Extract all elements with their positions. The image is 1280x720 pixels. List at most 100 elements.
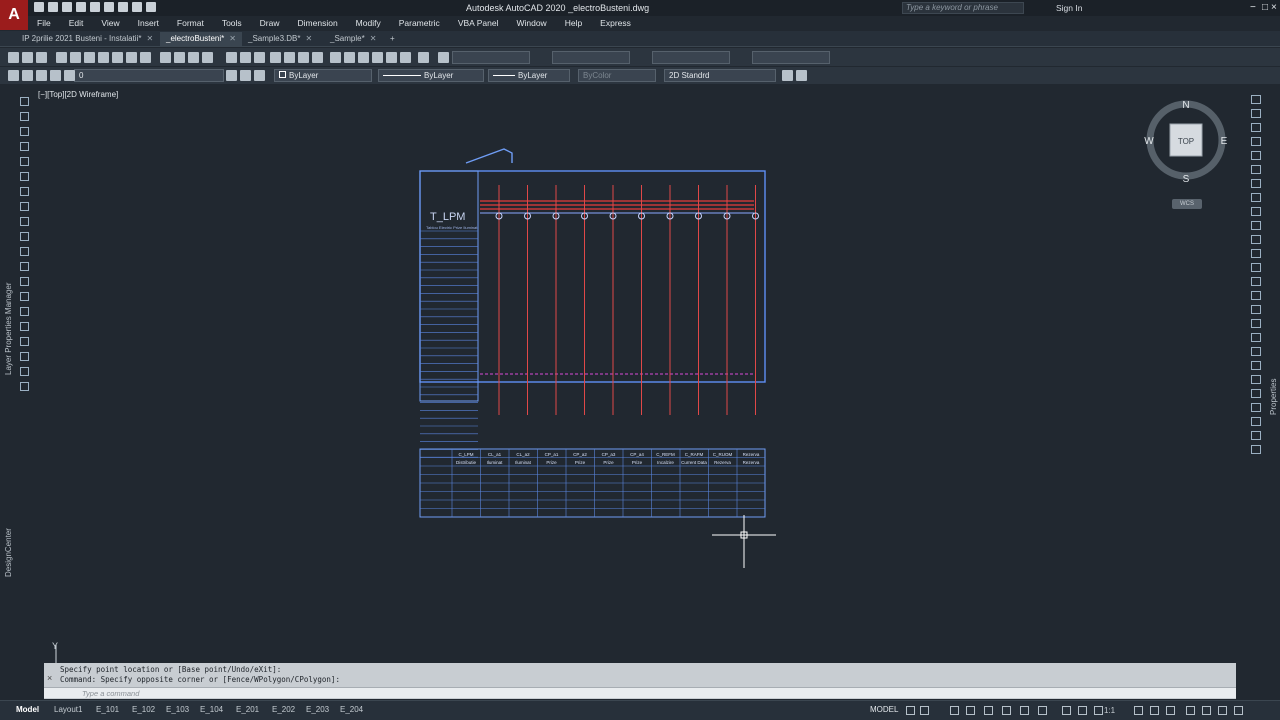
status-toggle-icon[interactable] <box>1062 706 1071 715</box>
layout-tab-e_202[interactable]: E_202 <box>268 704 299 715</box>
table-style-dropdown[interactable] <box>652 51 730 64</box>
toolbar-tool-icon[interactable] <box>372 52 383 63</box>
tab-ip-busteni[interactable]: IP 2prilie 2021 Busteni - Instalatii* ✕ <box>16 32 159 46</box>
close-tab-icon[interactable]: ✕ <box>229 34 236 43</box>
command-input[interactable]: Type a command <box>44 687 1236 698</box>
toolbar-tool-icon[interactable] <box>98 52 109 63</box>
toolbar-tool-icon[interactable] <box>226 52 237 63</box>
toolbar-tool-icon[interactable] <box>386 52 397 63</box>
toolbar-tool-icon[interactable] <box>160 52 171 63</box>
status-toggle-icon[interactable] <box>1038 706 1047 715</box>
toolbar-tool-icon[interactable] <box>8 52 19 63</box>
layer-tool-icon[interactable] <box>50 70 61 81</box>
draw-tool-icon[interactable] <box>20 307 29 316</box>
toolbar-tool-icon[interactable] <box>240 52 251 63</box>
menu-item-format[interactable]: Format <box>168 16 213 30</box>
toolbar-tool-icon[interactable] <box>112 52 123 63</box>
toolbar-tool-icon[interactable] <box>312 52 323 63</box>
modify-tool-icon[interactable] <box>1251 235 1261 244</box>
status-toggle-icon[interactable] <box>966 706 975 715</box>
redo-icon[interactable] <box>146 2 156 12</box>
modify-tool-icon[interactable] <box>1251 137 1261 146</box>
modify-tool-icon[interactable] <box>1251 291 1261 300</box>
menu-item-view[interactable]: View <box>92 16 128 30</box>
layout-tab-e_201[interactable]: E_201 <box>232 704 263 715</box>
text-style-dropdown[interactable] <box>452 51 530 64</box>
modify-tool-icon[interactable] <box>1251 123 1261 132</box>
draw-tool-icon[interactable] <box>20 127 29 136</box>
layer-tool-icon[interactable] <box>782 70 793 81</box>
modify-tool-icon[interactable] <box>1251 431 1261 440</box>
layer-tool-icon[interactable] <box>226 70 237 81</box>
draw-tool-icon[interactable] <box>20 232 29 241</box>
lineweight-dropdown[interactable]: ByLayer <box>488 69 570 82</box>
modify-tool-icon[interactable] <box>1251 277 1261 286</box>
layout-tab-e_104[interactable]: E_104 <box>196 704 227 715</box>
toolbar-tool-icon[interactable] <box>22 52 33 63</box>
sign-in-button[interactable]: Sign In <box>1056 3 1082 13</box>
menu-item-dimension[interactable]: Dimension <box>289 16 347 30</box>
menu-item-tools[interactable]: Tools <box>213 16 251 30</box>
draw-tool-icon[interactable] <box>20 352 29 361</box>
compass-west[interactable]: W <box>1144 136 1154 147</box>
toolbar-tool-icon[interactable] <box>174 52 185 63</box>
layout-tab-e_204[interactable]: E_204 <box>336 704 367 715</box>
draw-tool-icon[interactable] <box>20 217 29 226</box>
menu-item-express[interactable]: Express <box>591 16 640 30</box>
layer-tool-icon[interactable] <box>240 70 251 81</box>
layout-tab-layout1[interactable]: Layout1 <box>50 704 86 715</box>
menu-item-vba-panel[interactable]: VBA Panel <box>449 16 508 30</box>
layer-properties-label[interactable]: Layer Properties Manager <box>4 195 13 376</box>
draw-tool-icon[interactable] <box>20 322 29 331</box>
modify-tool-icon[interactable] <box>1251 361 1261 370</box>
search-input[interactable]: Type a keyword or phrase <box>902 2 1024 14</box>
status-toggle-icon[interactable] <box>1094 706 1103 715</box>
toolbar-tool-icon[interactable] <box>126 52 137 63</box>
minimize-icon[interactable]: − <box>1250 2 1256 13</box>
draw-tool-icon[interactable] <box>20 337 29 346</box>
save-icon[interactable] <box>62 2 72 12</box>
modify-tool-icon[interactable] <box>1251 347 1261 356</box>
draw-tool-icon[interactable] <box>20 382 29 391</box>
new-icon[interactable] <box>34 2 44 12</box>
layer-tool-icon[interactable] <box>796 70 807 81</box>
menu-item-draw[interactable]: Draw <box>251 16 289 30</box>
modify-tool-icon[interactable] <box>1251 179 1261 188</box>
modify-tool-icon[interactable] <box>1251 305 1261 314</box>
layer-tool-icon[interactable] <box>22 70 33 81</box>
status-toggle-icon[interactable] <box>1166 706 1175 715</box>
toolbar-tool-icon[interactable] <box>270 52 281 63</box>
undo-icon[interactable] <box>132 2 142 12</box>
multileader-style-dropdown[interactable] <box>752 51 830 64</box>
properties-label[interactable]: Properties <box>1269 375 1278 415</box>
tab-sample3[interactable]: _Sample3.DB* ✕ <box>242 32 318 46</box>
modify-tool-icon[interactable] <box>1251 151 1261 160</box>
modify-tool-icon[interactable] <box>1251 417 1261 426</box>
layout-tab-e_203[interactable]: E_203 <box>302 704 333 715</box>
tab-electrobusteni[interactable]: _electroBusteni* ✕ <box>160 32 242 46</box>
draw-tool-icon[interactable] <box>20 292 29 301</box>
draw-tool-icon[interactable] <box>20 367 29 376</box>
status-toggle-icon[interactable] <box>1134 706 1143 715</box>
modify-tool-icon[interactable] <box>1251 109 1261 118</box>
draw-tool-icon[interactable] <box>20 262 29 271</box>
modify-tool-icon[interactable] <box>1251 263 1261 272</box>
menu-item-modify[interactable]: Modify <box>347 16 390 30</box>
plotstyle-dropdown[interactable]: ByColor <box>578 69 656 82</box>
modify-tool-icon[interactable] <box>1251 249 1261 258</box>
status-toggle-icon[interactable] <box>984 706 993 715</box>
toolbar-tool-icon[interactable] <box>188 52 199 63</box>
compass-north[interactable]: N <box>1182 100 1189 111</box>
toolbar-tool-icon[interactable] <box>284 52 295 63</box>
toolbar-tool-icon[interactable] <box>56 52 67 63</box>
open-icon[interactable] <box>48 2 58 12</box>
open-web-icon[interactable] <box>90 2 100 12</box>
status-toggle-icon[interactable] <box>1218 706 1227 715</box>
layout-tab-e_101[interactable]: E_101 <box>92 704 123 715</box>
color-dropdown[interactable]: ByLayer <box>274 69 372 82</box>
tab-sample[interactable]: _Sample* ✕ <box>324 32 382 46</box>
status-toggle-icon[interactable] <box>950 706 959 715</box>
dimstyle-dropdown[interactable]: 2D Standrd <box>664 69 776 82</box>
toolbar-tool-icon[interactable] <box>36 52 47 63</box>
viewcube[interactable]: TOP N S E W WCS <box>1140 96 1232 209</box>
